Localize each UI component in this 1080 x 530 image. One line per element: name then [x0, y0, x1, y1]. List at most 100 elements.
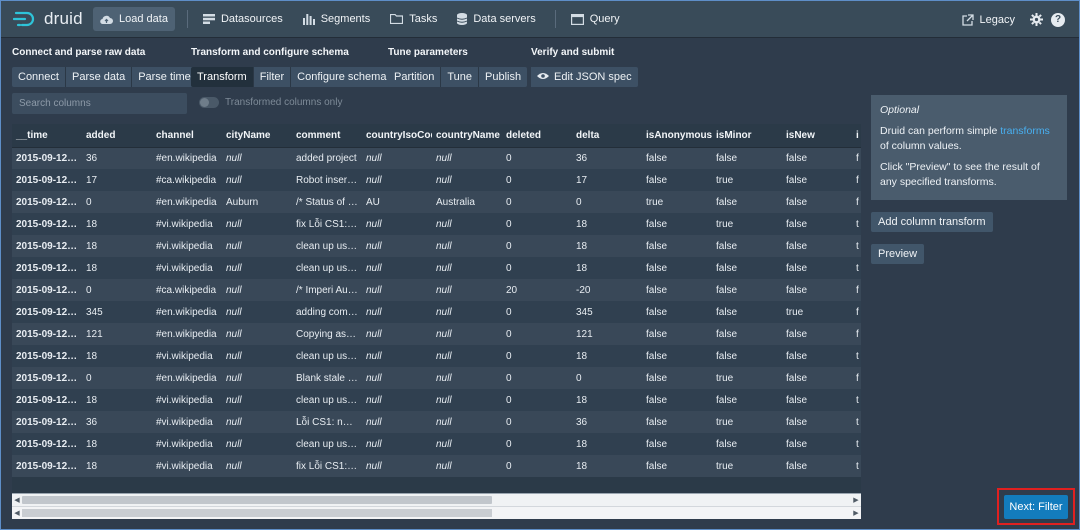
table-cell: null	[362, 411, 432, 433]
help-icon[interactable]: ?	[1051, 12, 1065, 27]
preview-button[interactable]: Preview	[871, 244, 925, 264]
table-cell: Robot inserta…	[292, 169, 362, 191]
column-header[interactable]: added	[82, 124, 152, 148]
table-cell: null	[362, 213, 432, 235]
transform-description: Druid can perform simple transforms of c…	[880, 124, 1058, 154]
step-tune[interactable]: Tune	[441, 67, 480, 87]
description-text: Druid can perform simple	[880, 125, 1001, 137]
step-configure-schema[interactable]: Configure schema	[291, 67, 393, 87]
next-filter-button[interactable]: Next: Filter	[1004, 494, 1068, 519]
table-cell: t	[852, 433, 861, 455]
table-cell: false	[712, 345, 782, 367]
druid-logo[interactable]: druid	[13, 9, 93, 29]
table-cell: false	[642, 213, 712, 235]
table-cell: #vi.wikipedia	[152, 257, 222, 279]
table-cell: #en.wikipedia	[152, 323, 222, 345]
column-header[interactable]: isMinor	[712, 124, 782, 148]
step-title-transform: Transform and configure schema	[191, 47, 349, 58]
step-connect[interactable]: Connect	[12, 67, 66, 87]
column-header[interactable]: delta	[572, 124, 642, 148]
table-row: 2015-09-12T… 18 #vi.wikipedia null clean up …	[12, 345, 861, 367]
table-cell: false	[712, 257, 782, 279]
nav-datasources-label: Datasources	[220, 13, 283, 25]
optional-label: Optional	[880, 104, 920, 116]
table-cell: null	[432, 433, 502, 455]
horizontal-scrollbar[interactable]: ◀ ▶ ◀ ▶	[12, 493, 861, 519]
column-header[interactable]: channel	[152, 124, 222, 148]
table-cell: true	[782, 301, 852, 323]
table-cell: #vi.wikipedia	[152, 213, 222, 235]
table-cell: false	[782, 367, 852, 389]
table-cell: Auburn	[222, 191, 292, 213]
table-cell: true	[712, 169, 782, 191]
nav-segments[interactable]: Segments	[296, 7, 378, 31]
scroll-right-arrow-icon[interactable]: ▶	[851, 494, 861, 506]
step-edit-json-spec[interactable]: Edit JSON spec	[531, 67, 638, 87]
table-cell: false	[782, 213, 852, 235]
step-transform[interactable]: Transform	[191, 67, 254, 87]
legacy-link[interactable]: Legacy	[955, 8, 1022, 32]
step-parse-data[interactable]: Parse data	[65, 67, 133, 87]
table-cell: 18	[572, 257, 642, 279]
scroll-left-arrow-icon[interactable]: ◀	[12, 494, 22, 506]
column-header[interactable]: countryName	[432, 124, 502, 148]
add-column-transform-button[interactable]: Add column transform	[871, 212, 993, 232]
step-group-transform: Transform and configure schema Transform…	[191, 47, 393, 87]
table-cell: f	[852, 169, 861, 191]
table-cell: #en.wikipedia	[152, 191, 222, 213]
column-header[interactable]: __time	[12, 124, 82, 148]
table-cell: 345	[572, 301, 642, 323]
search-columns-input[interactable]: Search columns	[12, 93, 187, 114]
table-cell: null	[362, 279, 432, 301]
step-parse-time[interactable]: Parse time	[132, 67, 197, 87]
step-publish[interactable]: Publish	[479, 67, 528, 87]
nav-tasks[interactable]: Tasks	[383, 7, 444, 31]
table-cell: null	[432, 345, 502, 367]
settings-gear-icon[interactable]	[1030, 13, 1043, 26]
step-partition[interactable]: Partition	[388, 67, 442, 87]
table-cell: t	[852, 257, 861, 279]
table-cell: false	[642, 455, 712, 477]
table-row: 2015-09-12T… 0 #ca.wikipedia null/* Imperi …	[12, 279, 861, 301]
scroll-thumb[interactable]	[22, 496, 492, 504]
column-header[interactable]: isAnonymous	[642, 124, 712, 148]
table-cell: 0	[502, 301, 572, 323]
transformed-only-toggle[interactable]: Transformed columns only	[199, 97, 342, 108]
table-cell: 18	[82, 455, 152, 477]
druid-logo-icon	[13, 11, 35, 27]
toggle-label: Transformed columns only	[225, 97, 343, 108]
step-group-verify: Verify and submit Edit JSON spec	[531, 47, 638, 87]
toggle-switch[interactable]	[199, 97, 219, 108]
table-cell: 0	[502, 235, 572, 257]
column-header[interactable]: comment	[292, 124, 362, 148]
scroll-track-secondary[interactable]: ◀ ▶	[12, 506, 861, 519]
table-row: 2015-09-12T… 18 #vi.wikipedia null clean up …	[12, 389, 861, 411]
table-cell: 0	[82, 279, 152, 301]
table-row: 2015-09-12T… 36 #vi.wikipedia null Lỗi CS1: …	[12, 411, 861, 433]
nav-query-label: Query	[589, 13, 620, 25]
column-header[interactable]: cityName	[222, 124, 292, 148]
step-filter[interactable]: Filter	[253, 67, 292, 87]
table-cell: 2015-09-12T…	[12, 389, 82, 411]
table-cell: null	[362, 455, 432, 477]
nav-data-servers[interactable]: Data servers	[450, 7, 542, 31]
table-cell: null	[222, 279, 292, 301]
nav-query[interactable]: Query	[564, 7, 627, 31]
column-header[interactable]: isNew	[782, 124, 852, 148]
column-header[interactable]: countryIsoCod	[362, 124, 432, 148]
column-header[interactable]: deleted	[502, 124, 572, 148]
transforms-link[interactable]: transforms	[1000, 125, 1050, 137]
nav-datasources[interactable]: Datasources	[196, 7, 290, 31]
column-header[interactable]: i	[852, 124, 861, 148]
scroll-left-arrow-icon[interactable]: ◀	[12, 507, 22, 519]
table-cell: f	[852, 191, 861, 213]
description-text-end: of column values.	[880, 140, 962, 152]
table-cell: null	[222, 169, 292, 191]
scroll-right-arrow-icon[interactable]: ▶	[851, 507, 861, 519]
scroll-thumb-secondary[interactable]	[22, 509, 492, 517]
legacy-label: Legacy	[979, 13, 1015, 26]
table-row: 2015-09-12T… 18 #vi.wikipedia null clean up …	[12, 257, 861, 279]
table-cell: 0	[502, 455, 572, 477]
table-cell: null	[432, 389, 502, 411]
nav-load-data[interactable]: Load data	[93, 7, 175, 31]
